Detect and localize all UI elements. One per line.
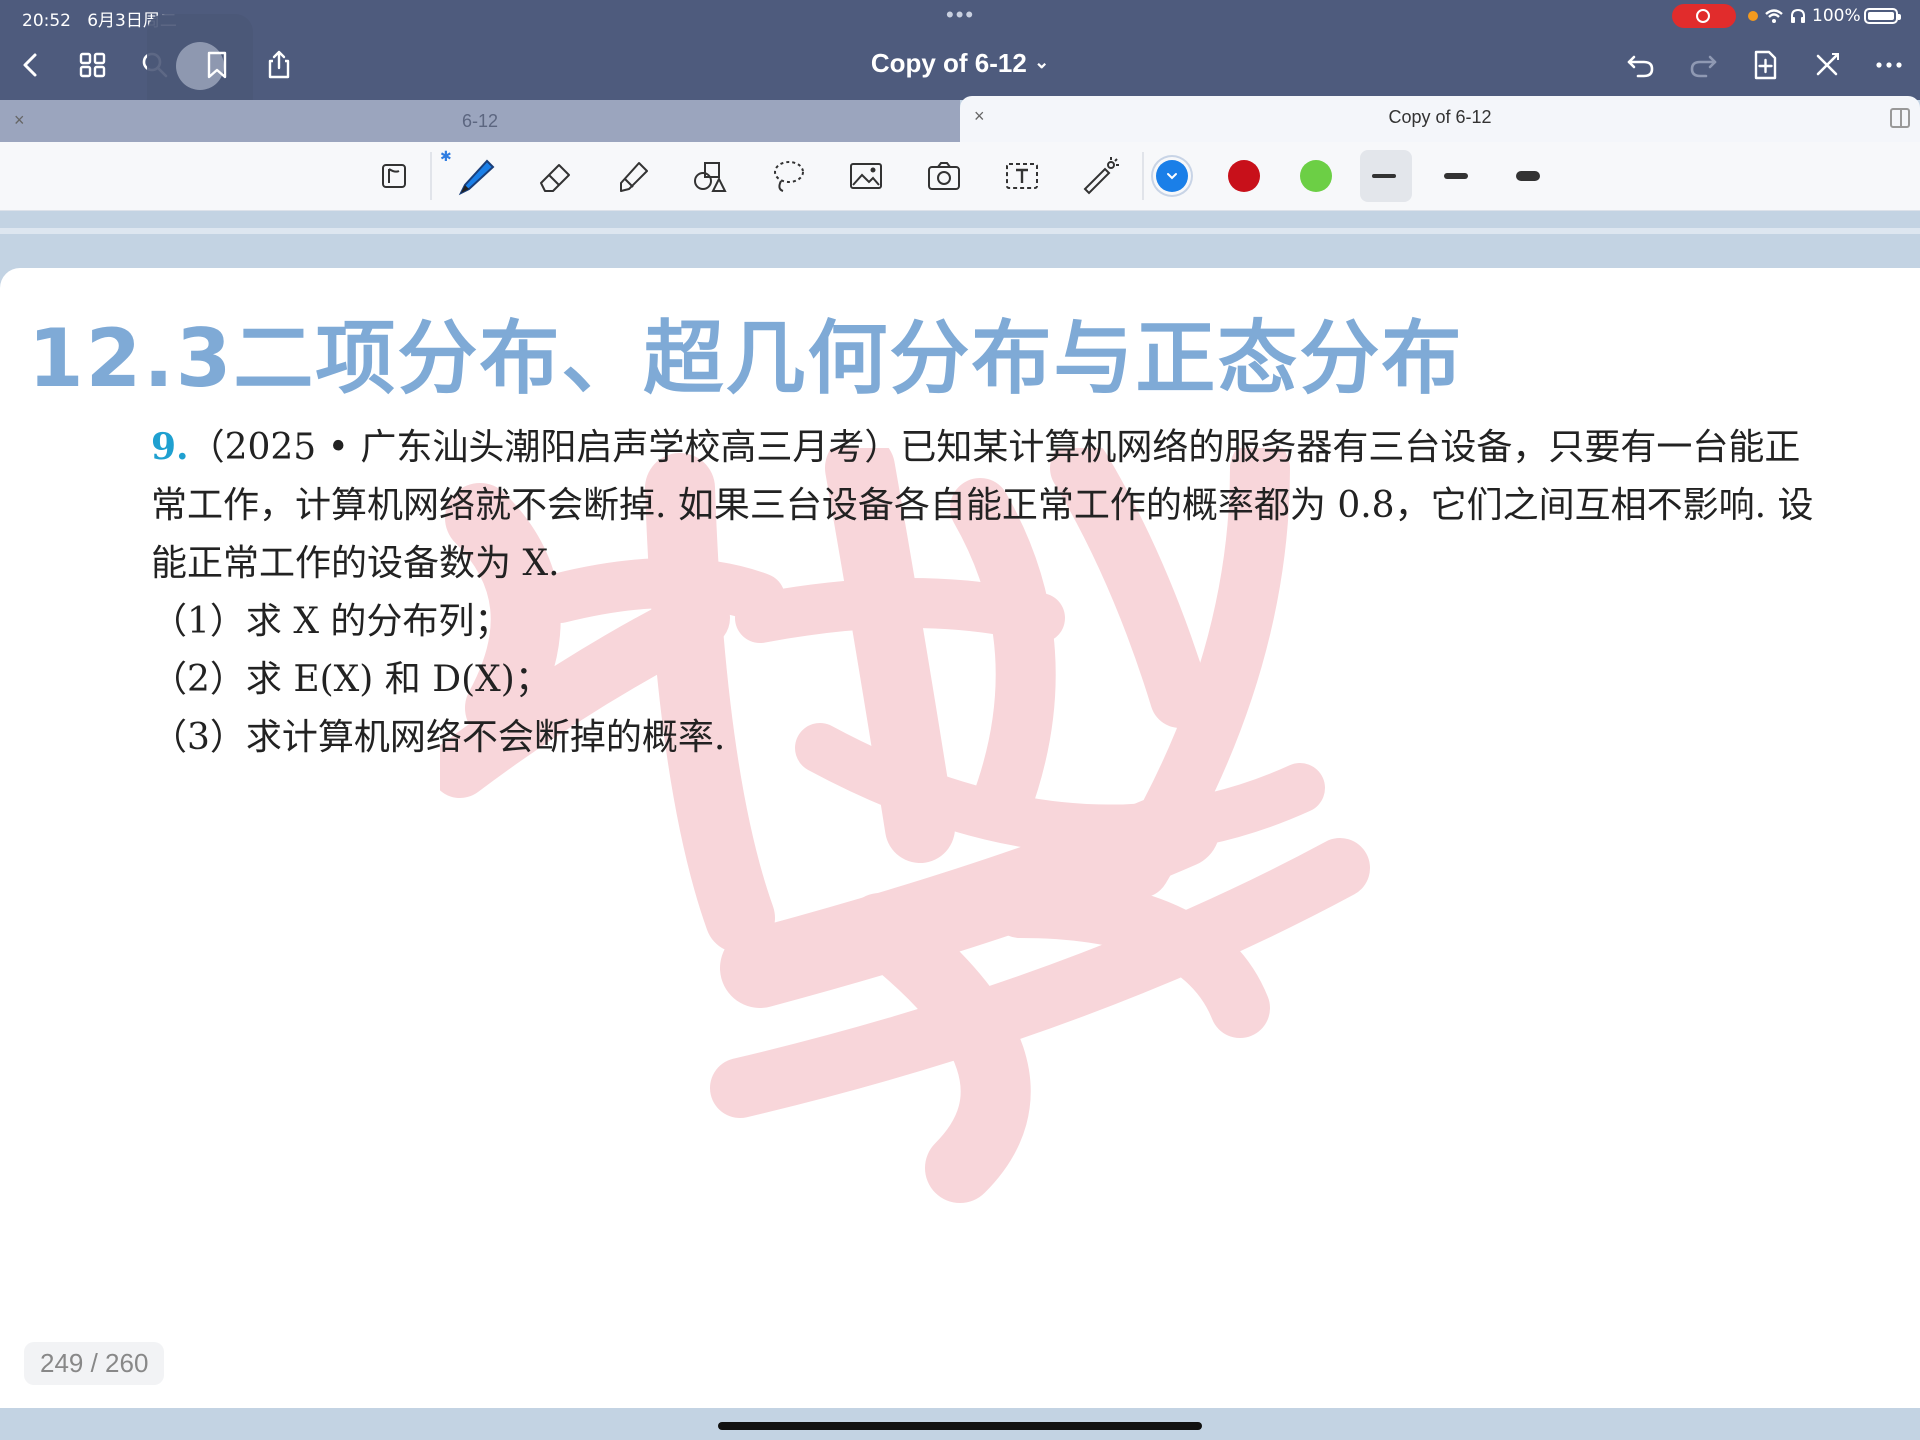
shapes-icon[interactable] [684, 150, 736, 202]
eraser-icon[interactable] [528, 150, 580, 202]
pdf-page[interactable]: 12.3二项分布、超几何分布与正态分布 9.（2025 • 广东汕头潮阳启声学校… [0, 268, 1920, 1408]
stroke-width-medium-bar [1444, 173, 1468, 179]
problem-part-3: （3）求计算机网络不会断掉的概率. [151, 717, 726, 758]
tab-label: 6-12 [461, 111, 499, 131]
toolbar-divider [430, 152, 432, 200]
laser-pointer-icon[interactable] [1074, 150, 1126, 202]
tab-6-12[interactable]: × 6-12 [0, 100, 960, 142]
problem-number: 9. [151, 426, 189, 468]
add-page-icon[interactable] [1748, 48, 1782, 82]
problem-part-1: （1）求 X 的分布列； [151, 601, 511, 642]
page-gap [0, 212, 1920, 268]
image-icon[interactable] [840, 150, 892, 202]
multitasking-dots[interactable]: ••• [946, 2, 975, 28]
problem-stem: 9.（2025 • 广东汕头潮阳启声学校高三月考）已知某计算机网络的服务器有三台… [76, 418, 1816, 593]
problem-part-2: （2）求 E(X) 和 D(X)； [151, 659, 551, 700]
problem-source: （2025 • 广东汕头潮阳启声学校高三月考） [188, 427, 901, 468]
split-view-icon[interactable] [1890, 108, 1910, 128]
top-bar: 20:52 6月3日周二 ••• 100% Copy of 6-12 ⌄ [0, 0, 1920, 120]
camera-icon[interactable] [918, 150, 970, 202]
color-swatch-green[interactable] [1300, 160, 1332, 192]
page-indicator[interactable]: 249 / 260 [24, 1342, 165, 1385]
color-swatch-red[interactable] [1228, 160, 1260, 192]
annotation-toolbar: ✱ [0, 142, 1920, 211]
chevron-down-icon [1167, 173, 1177, 180]
tab-copy-of-6-12[interactable]: × Copy of 6-12 [960, 96, 1920, 142]
status-indicators: 100% [1748, 6, 1861, 26]
stroke-width-thin[interactable] [1360, 150, 1412, 202]
chapter-heading: 12.3二项分布、超几何分布与正态分布 [28, 312, 1464, 405]
chevron-down-icon: ⌄ [1034, 52, 1050, 72]
headphones-icon [1791, 8, 1805, 23]
read-mode-icon[interactable] [368, 150, 420, 202]
more-options-icon[interactable] [1872, 48, 1906, 82]
undo-icon[interactable] [1624, 48, 1658, 82]
text-box-icon[interactable] [996, 150, 1048, 202]
pen-icon[interactable] [450, 150, 502, 202]
battery-percent: 100% [1812, 6, 1861, 26]
screen-recording-icon[interactable] [1672, 4, 1736, 28]
document-title-text: Copy of 6-12 [870, 48, 1027, 78]
wifi-icon [1765, 9, 1783, 23]
stroke-width-thick[interactable] [1504, 150, 1556, 202]
stroke-width-thick-bar [1516, 171, 1540, 181]
tab-label: Copy of 6-12 [1388, 107, 1492, 127]
mic-indicator-icon [1748, 11, 1758, 21]
highlighter-icon[interactable] [606, 150, 658, 202]
toolbar-divider [1142, 152, 1144, 200]
document-tabs: × 6-12 × Copy of 6-12 [0, 96, 1920, 142]
battery-icon [1864, 8, 1901, 24]
stroke-width-thin-bar [1372, 174, 1396, 178]
home-indicator[interactable] [718, 1422, 1202, 1430]
color-swatch-blue[interactable] [1156, 160, 1188, 192]
time-text: 20:52 [22, 11, 71, 31]
problem-9: 9.（2025 • 广东汕头潮阳启声学校高三月考）已知某计算机网络的服务器有三台… [76, 418, 1816, 767]
close-edit-icon[interactable] [1810, 48, 1844, 82]
redo-icon[interactable] [1686, 48, 1720, 82]
lasso-icon[interactable] [762, 150, 814, 202]
stroke-width-medium[interactable] [1432, 150, 1484, 202]
